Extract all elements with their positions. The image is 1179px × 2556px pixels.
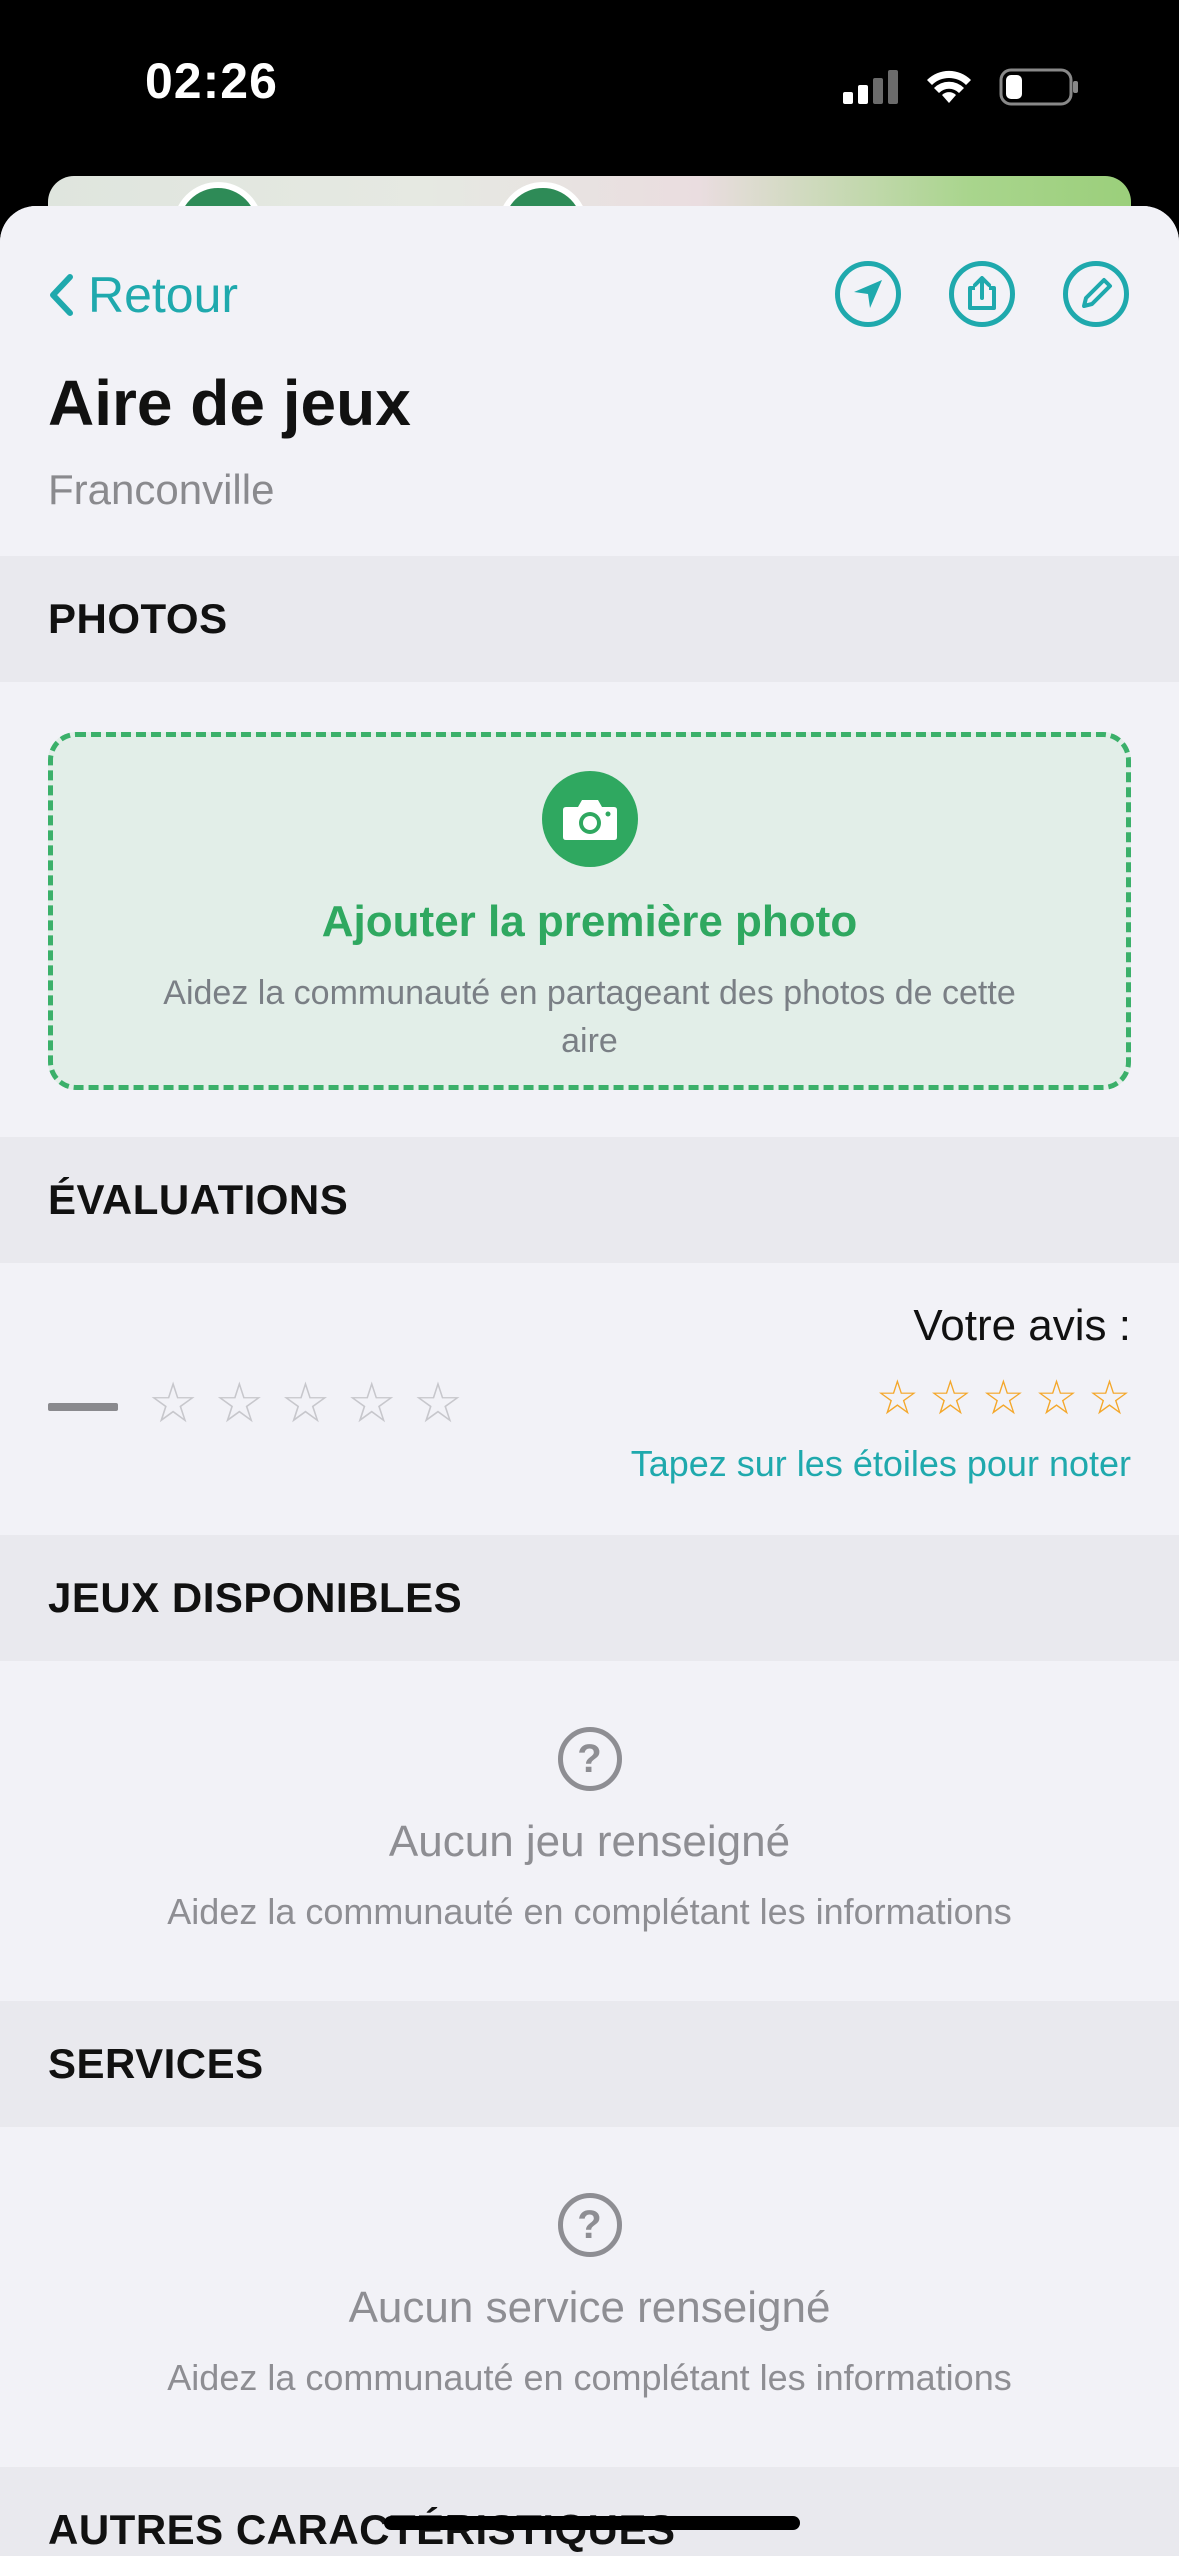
rate-star-2-icon[interactable]: ☆ [929,1375,972,1423]
section-header-jeux: JEUX DISPONIBLES [0,1535,1179,1661]
question-mark-icon: ? [557,1727,622,1791]
jeux-empty-title: Aucun jeu renseigné [388,1817,791,1866]
status-icons [843,62,1079,112]
page-title: Aire de jeux [48,367,411,439]
rate-star-4-icon[interactable]: ☆ [1035,1375,1078,1423]
edit-pencil-icon [1082,278,1112,308]
home-indicator [384,2516,800,2530]
add-photo-title: Ajouter la première photo [321,897,858,946]
back-label: Retour [88,267,239,323]
share-button[interactable] [949,261,1015,327]
services-empty-help: Aidez la communauté en complétant les in… [167,2357,1012,2398]
services-empty-title: Aucun service renseigné [348,2283,831,2332]
add-first-photo-button[interactable]: Ajouter la première photo Aidez la commu… [48,732,1131,1090]
star-outline-icon: ☆ [148,1371,199,1434]
section-header-autres: AUTRES CARACTÉRISTIQUES [0,2467,1179,2556]
cellular-signal-icon [843,70,898,104]
header-actions [835,261,1129,327]
star-outline-icon: ☆ [214,1371,265,1434]
add-photo-help: Aidez la communauté en partageant des ph… [163,974,1016,1060]
star-outline-icon: ☆ [346,1371,397,1434]
user-rating-stars: ☆ ☆ ☆ ☆ ☆ [876,1375,1131,1423]
page-subtitle: Franconville [48,466,275,513]
battery-icon [999,68,1078,106]
photos-section: Ajouter la première photo Aidez la commu… [0,682,1179,1137]
rate-star-3-icon[interactable]: ☆ [982,1375,1025,1423]
rate-star-5-icon[interactable]: ☆ [1088,1375,1131,1423]
average-rating-placeholder [48,1403,118,1411]
evaluations-section: ☆ ☆ ☆ ☆ ☆ Votre avis : ☆ ☆ ☆ ☆ ☆ Tapez s… [0,1263,1179,1535]
rating-hint: Tapez sur les étoiles pour noter [630,1443,1131,1484]
camera-icon [541,771,638,867]
directions-button[interactable] [835,261,901,327]
average-rating-stars: ☆ ☆ ☆ ☆ ☆ [148,1375,463,1431]
section-header-photos: PHOTOS [0,556,1179,682]
rate-star-1-icon[interactable]: ☆ [876,1375,919,1423]
services-section: ? Aucun service renseigné Aidez la commu… [0,2127,1179,2467]
your-review-label: Votre avis : [913,1301,1131,1350]
detail-sheet: Retour Aire de jeux Franconville PHOTOS … [0,206,1179,2556]
question-mark-icon: ? [557,2193,622,2257]
share-icon [968,276,996,310]
wifi-icon [927,70,971,103]
chevron-left-icon [50,274,73,316]
star-outline-icon: ☆ [280,1371,331,1434]
jeux-section: ? Aucun jeu renseigné Aidez la communaut… [0,1661,1179,2001]
status-bar: 02:26 [0,0,1179,175]
edit-button[interactable] [1063,261,1129,327]
section-header-evaluations: ÉVALUATIONS [0,1137,1179,1263]
star-outline-icon: ☆ [412,1371,464,1434]
back-button[interactable]: Retour [48,266,238,324]
status-time: 02:26 [145,53,278,109]
sheet-header: Retour Aire de jeux Franconville [0,206,1179,556]
jeux-empty-help: Aidez la communauté en complétant les in… [167,1891,1012,1932]
section-header-services: SERVICES [0,2001,1179,2127]
location-arrow-icon [854,280,882,308]
